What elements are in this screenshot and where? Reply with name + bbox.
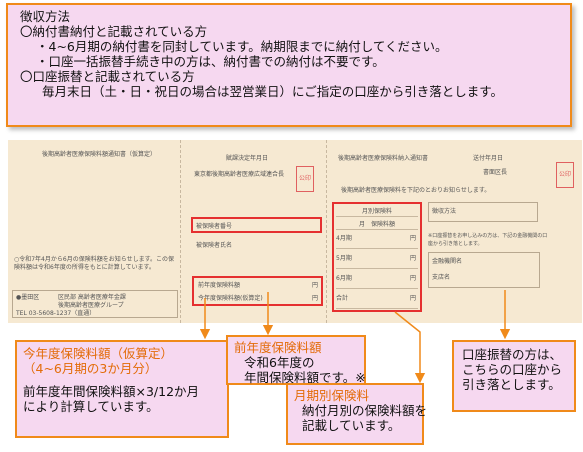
monthly-heading: 月期別保険料 — [294, 388, 370, 403]
prev-year-premium-callout: 前年度保険料額 令和6年度の 年間保険料額です。※ — [226, 335, 366, 385]
prev-year-heading: 前年度保険料額 — [234, 340, 322, 355]
transfer-body-3: 引き落とします。 — [462, 377, 561, 392]
monthly-premium-callout: 月期別保険料 納付月別の保険料額を 記載しています。 — [286, 383, 428, 445]
current-year-premium-callout: 今年度保険料額（仮算定） （4~6月期の3か月分） 前年度年間保険料額×3/12… — [15, 340, 229, 438]
prev-year-body-1: 令和6年度の — [244, 355, 315, 370]
monthly-body-2: 記載しています。 — [302, 418, 401, 433]
current-year-heading: 今年度保険料額（仮算定） — [23, 346, 174, 361]
monthly-body-1: 納付月別の保険料額を — [302, 403, 428, 418]
transfer-body-2: こちらの口座から — [462, 362, 563, 377]
transfer-body-1: 口座振替の方は、 — [462, 347, 563, 362]
account-transfer-callout: 口座振替の方は、 こちらの口座から 引き落とします。 — [452, 340, 576, 412]
current-year-formula: 前年度年間保険料額×3/12か月 — [23, 384, 200, 399]
arrow-monthly — [394, 311, 426, 384]
current-year-period: （4~6月期の3か月分） — [23, 361, 158, 376]
current-year-formula-cont: により計算しています。 — [23, 399, 159, 414]
